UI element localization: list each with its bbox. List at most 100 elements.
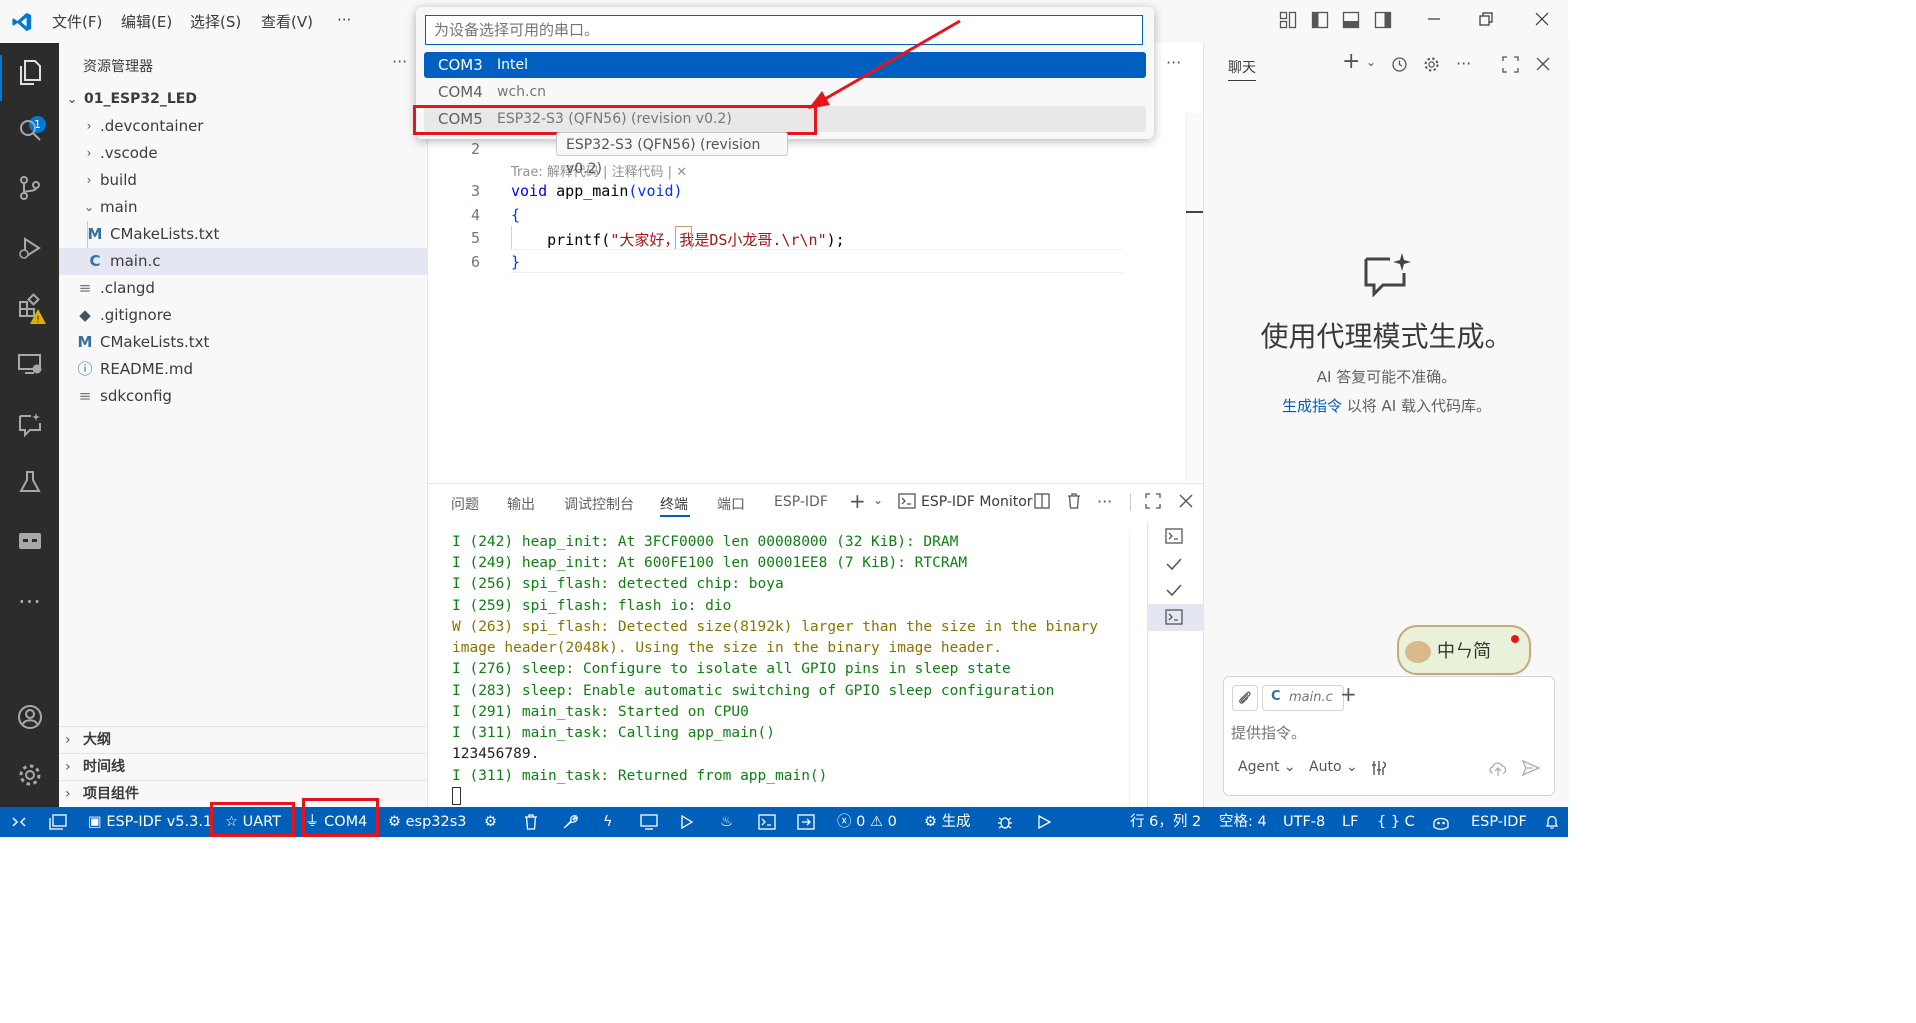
code-line-4[interactable]: { — [511, 206, 520, 224]
run-play-icon[interactable] — [1036, 807, 1052, 837]
language-mode[interactable]: { } C — [1377, 807, 1415, 837]
quickpick-item-com3[interactable]: COM3 Intel — [424, 52, 1146, 78]
sdk-config-gear-icon[interactable]: ⚙ — [484, 807, 497, 837]
sidebar-more-icon[interactable]: ··· — [392, 52, 407, 71]
chevron-down-icon[interactable]: ⌄ — [873, 493, 883, 507]
attach-paperclip-icon[interactable] — [1232, 685, 1258, 711]
esp-idf-extension[interactable]: ESP-IDF — [1471, 807, 1527, 837]
chat-more-icon[interactable]: ··· — [1456, 54, 1471, 73]
check-icon[interactable] — [1165, 556, 1183, 572]
explorer-icon[interactable] — [14, 58, 45, 89]
esp-idf-explorer-icon[interactable] — [14, 528, 45, 559]
kill-terminal-trash-icon[interactable] — [1066, 493, 1082, 509]
more-views-icon[interactable]: ··· — [14, 587, 45, 618]
quickpick-input[interactable]: 为设备选择可用的串口。 — [425, 15, 1143, 45]
tools-icon[interactable] — [1370, 759, 1388, 777]
chevron-down-icon[interactable]: ⌄ — [1366, 55, 1376, 69]
menu-selection[interactable]: 选择(S) — [190, 11, 241, 32]
terminal-scrollbar[interactable] — [1129, 530, 1147, 807]
chat-settings-gear-icon[interactable] — [1423, 56, 1440, 73]
cloud-upload-icon[interactable] — [1488, 759, 1508, 777]
testing-icon[interactable] — [14, 469, 45, 500]
files-icon[interactable] — [49, 814, 67, 830]
add-context-plus-icon[interactable]: + — [1340, 682, 1357, 706]
terminal-instance-icon[interactable] — [1165, 528, 1183, 544]
restore-icon[interactable] — [1476, 11, 1496, 31]
editor-scrollbar[interactable] — [1186, 113, 1204, 481]
full-clean-trash-icon[interactable] — [523, 807, 539, 837]
send-icon[interactable] — [1521, 759, 1541, 777]
panel-more-icon[interactable]: ··· — [1097, 492, 1112, 511]
menu-file[interactable]: 文件(F) — [52, 11, 102, 32]
toggle-panel-icon[interactable] — [1341, 11, 1361, 31]
tab-esp-idf[interactable]: ESP-IDF — [774, 494, 828, 510]
tree-item-build[interactable]: › build — [59, 167, 427, 194]
debug-icon[interactable] — [678, 807, 696, 837]
menu-edit[interactable]: 编辑(E) — [121, 11, 172, 32]
tab-terminal[interactable]: 终端 — [660, 494, 688, 514]
new-chat-plus-icon[interactable]: + — [1342, 49, 1360, 74]
flame-icon[interactable]: ♨ — [720, 807, 733, 837]
notifications-bell-icon[interactable] — [1544, 807, 1560, 837]
build-button[interactable]: ⚙ 生成 — [924, 807, 971, 837]
menu-more[interactable]: ··· — [337, 11, 351, 29]
terminal-name[interactable]: ESP-IDF Monitor — [921, 494, 1033, 510]
manage-gear-icon[interactable] — [14, 762, 45, 793]
indentation[interactable]: 空格: 4 — [1219, 807, 1267, 837]
generate-instructions-link[interactable]: 生成指令 — [1282, 397, 1342, 415]
chat-sparkle-icon[interactable] — [14, 411, 45, 442]
tab-problems[interactable]: 问题 — [451, 494, 479, 514]
close-window-icon[interactable] — [1532, 11, 1552, 31]
tab-ports[interactable]: 端口 — [717, 494, 745, 514]
accounts-icon[interactable] — [14, 704, 45, 735]
model-picker[interactable]: Auto ⌄ — [1309, 759, 1358, 775]
tree-item-readme[interactable]: ⓘ README.md — [59, 356, 427, 383]
code-line-3[interactable]: void app_main(void) — [511, 182, 683, 200]
search-icon[interactable] — [14, 117, 45, 148]
terminal-icon[interactable] — [758, 807, 776, 837]
mode-picker[interactable]: Agent ⌄ — [1238, 759, 1296, 775]
esp-idf-version[interactable]: ▣ ESP-IDF v5.3.1 — [88, 807, 212, 837]
close-chat-icon[interactable] — [1535, 56, 1551, 72]
split-terminal-icon[interactable] — [1034, 493, 1050, 509]
remote-indicator[interactable] — [0, 807, 37, 837]
section-outline[interactable]: › 大纲 — [59, 726, 427, 754]
debug-bug-icon[interactable] — [996, 807, 1014, 837]
tree-item-main-cmakelists[interactable]: M CMakeLists.txt — [59, 221, 427, 248]
run-debug-icon[interactable] — [14, 235, 45, 266]
close-panel-icon[interactable] — [1178, 493, 1194, 509]
workspace-root[interactable]: ⌄ 01_ESP32_LED — [59, 86, 427, 113]
menu-view[interactable]: 查看(V) — [261, 11, 313, 32]
minimize-icon[interactable] — [1424, 11, 1444, 31]
cursor-position[interactable]: 行 6，列 2 — [1130, 807, 1201, 837]
new-terminal-plus-icon[interactable]: + — [849, 489, 866, 513]
target-selector[interactable]: ⚙ esp32s3 — [388, 807, 467, 837]
quickpick-item-com4[interactable]: COM4 wch.cn — [424, 79, 1146, 105]
editor-more-icon[interactable]: ··· — [1166, 53, 1181, 72]
tree-item-main-folder[interactable]: ⌄ main — [59, 194, 427, 221]
chat-title[interactable]: 聊天 — [1228, 57, 1256, 77]
check-icon[interactable] — [1165, 582, 1183, 598]
maximize-panel-icon[interactable] — [1145, 493, 1161, 509]
customize-layout-icon[interactable] — [1278, 11, 1298, 31]
copilot-icon[interactable] — [1431, 807, 1451, 837]
section-timeline[interactable]: › 时间线 — [59, 753, 427, 781]
chat-input-box[interactable]: C main.c + 提供指令。 Agent ⌄ Auto ⌄ — [1223, 676, 1555, 796]
tree-item-gitignore[interactable]: ◆ .gitignore — [59, 302, 427, 329]
problems-indicator[interactable]: ⓧ 0 ⚠ 0 — [837, 807, 897, 837]
export-icon[interactable] — [797, 807, 815, 837]
tab-debug-console[interactable]: 调试控制台 — [564, 494, 634, 514]
context-file-chip[interactable]: C main.c — [1262, 685, 1344, 711]
maximize-chat-icon[interactable] — [1502, 56, 1519, 73]
remote-explorer-icon[interactable] — [14, 351, 45, 382]
encoding[interactable]: UTF-8 — [1283, 807, 1325, 837]
build-wrench-icon[interactable] — [562, 807, 578, 837]
toggle-secondary-sidebar-icon[interactable] — [1373, 11, 1393, 31]
tree-item-clangd[interactable]: ≡ .clangd — [59, 275, 427, 302]
history-icon[interactable] — [1391, 56, 1408, 73]
monitor-icon[interactable] — [640, 807, 658, 837]
flash-bolt-icon[interactable]: ϟ — [603, 807, 613, 837]
toggle-primary-sidebar-icon[interactable] — [1310, 11, 1330, 31]
end-of-line[interactable]: LF — [1342, 807, 1358, 837]
tree-item-sdkconfig[interactable]: ≡ sdkconfig — [59, 383, 427, 410]
